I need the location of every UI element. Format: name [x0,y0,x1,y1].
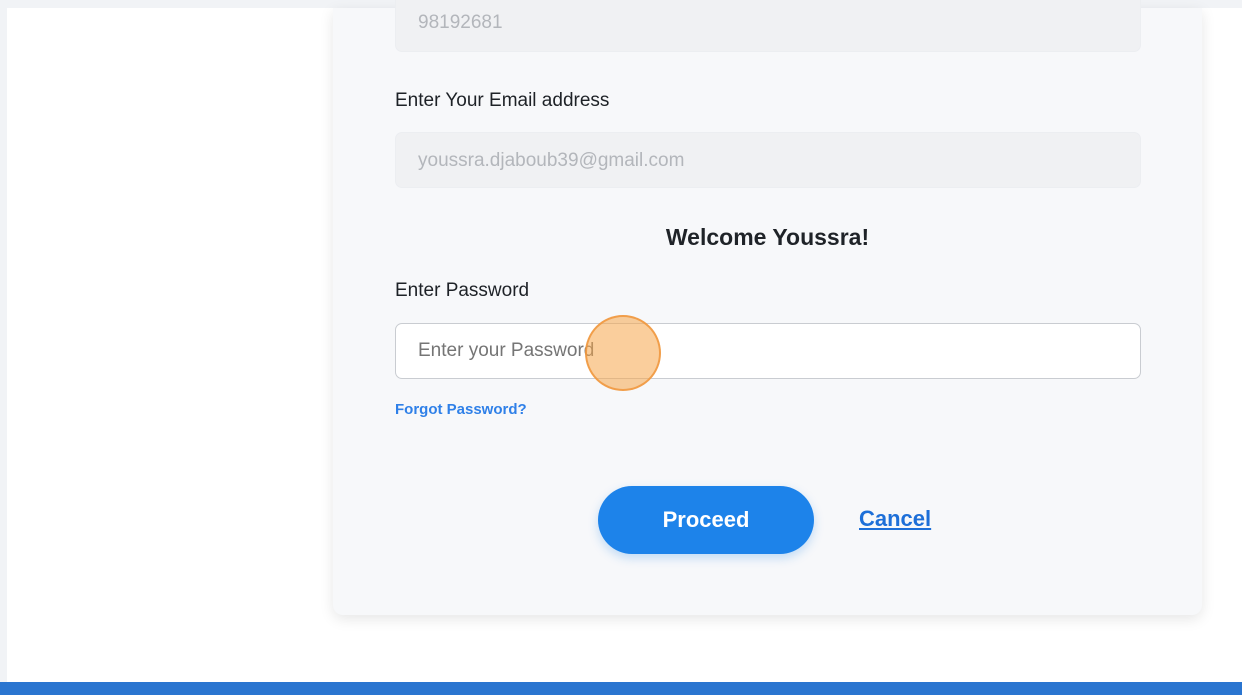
forgot-password-link[interactable]: Forgot Password? [395,401,527,418]
email-field: youssra.djaboub39@gmail.com [395,132,1141,188]
password-label: Enter Password [395,280,530,301]
proceed-button[interactable]: Proceed [598,486,814,554]
email-label: Enter Your Email address [395,90,610,111]
phone-field: 98192681 [395,0,1141,52]
welcome-heading: Welcome Youssra! [665,224,870,250]
login-card: 98192681 Enter Your Email address youssr… [333,0,1202,615]
email-value: youssra.djaboub39@gmail.com [418,150,685,171]
footer-bar [0,682,1242,695]
cancel-link[interactable]: Cancel [859,506,931,532]
password-input[interactable] [395,323,1141,379]
phone-value: 98192681 [418,12,503,33]
page-background: 98192681 Enter Your Email address youssr… [7,0,1242,682]
